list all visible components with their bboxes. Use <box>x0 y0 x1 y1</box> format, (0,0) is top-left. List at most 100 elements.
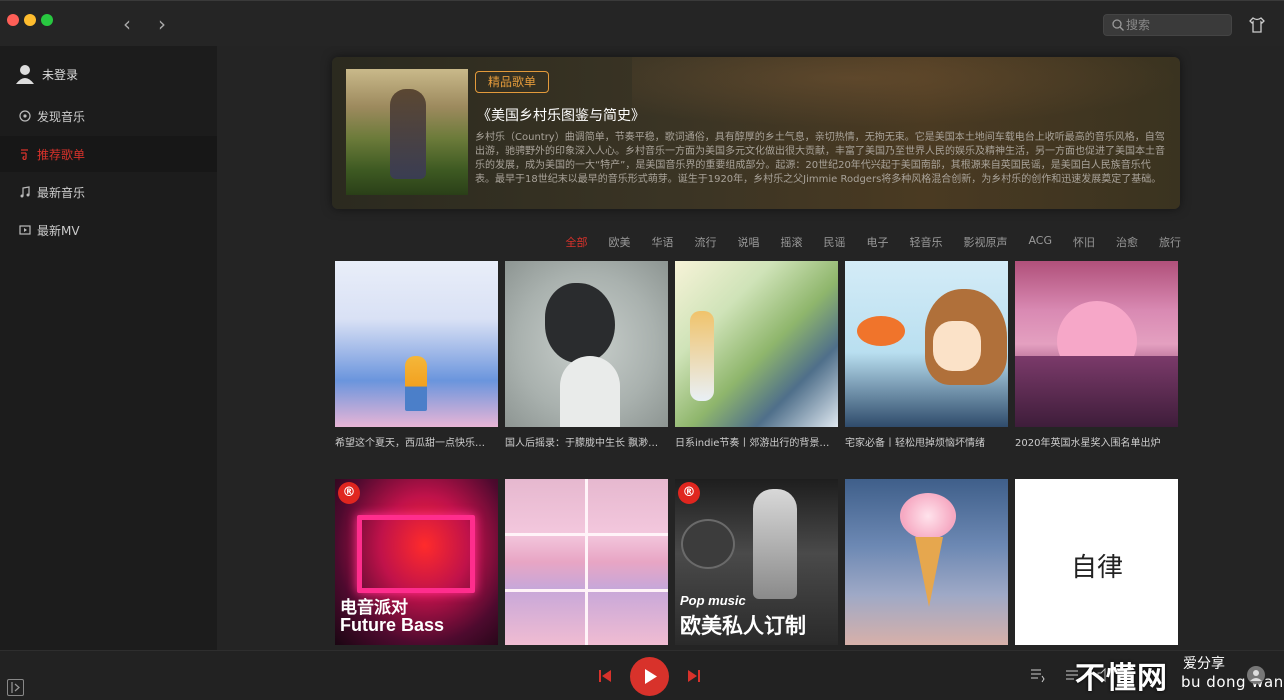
playlist-card[interactable]: ® Pop music 欧美私人订制 <box>675 479 838 645</box>
category-tab[interactable]: 影视原声 <box>963 234 1007 250</box>
playlist-card[interactable]: 日系indie节奏丨郊游出行的背景… <box>675 261 838 449</box>
category-tab[interactable]: 民谣 <box>823 234 845 250</box>
playlist-cover: 自律 <box>1015 479 1178 645</box>
premium-tag[interactable]: 精品歌单 <box>475 71 550 93</box>
banner-title: 《美国乡村乐图鉴与简史》 <box>477 108 645 124</box>
next-track-icon[interactable] <box>687 669 701 683</box>
category-tab[interactable]: 摇滚 <box>780 234 802 250</box>
category-tab[interactable]: 全部 <box>565 234 587 250</box>
playlist-cover: ® 电音派对 Future Bass <box>335 479 498 645</box>
playlist-caption: 国人后摇录：于朦胧中生长 飘渺… <box>505 438 659 449</box>
disc-icon <box>18 109 32 123</box>
search-icon <box>1112 19 1124 31</box>
netease-badge: ® <box>678 482 700 504</box>
category-tab[interactable]: 治愈 <box>1116 234 1138 250</box>
cover-calligraphy: 自律 <box>1071 553 1124 583</box>
cover-neon-frame <box>357 515 475 593</box>
playlist-cover <box>505 479 668 645</box>
cover-cloud-scoop <box>900 493 956 539</box>
sidebar-item-label: 发现音乐 <box>37 109 86 124</box>
playlist-card[interactable]: 自律 <box>1015 479 1178 645</box>
cover-figure <box>545 283 615 363</box>
category-tab[interactable]: 欧美 <box>608 234 630 250</box>
watermark-pinyin: bu dong wang <box>1181 673 1284 691</box>
category-tab[interactable]: 怀旧 <box>1073 234 1095 250</box>
playlist-cover: ® Pop music 欧美私人订制 <box>675 479 838 645</box>
playlist-cover <box>845 261 1008 427</box>
search-input[interactable] <box>1126 16 1226 34</box>
playlist-card[interactable]: 2020年英国水星奖入围名单出炉 <box>1015 261 1178 449</box>
close-window-button[interactable] <box>7 14 19 26</box>
user-circle-icon[interactable] <box>1246 665 1266 685</box>
user-avatar-icon <box>16 65 34 84</box>
user-login[interactable]: 未登录 <box>16 62 78 86</box>
cover-mountains <box>1015 356 1178 427</box>
sidebar-item-new-music[interactable]: 最新音乐 <box>0 174 217 210</box>
sidebar: 未登录 发现音乐 推荐歌单 最新音乐 最新MV <box>0 46 217 650</box>
sidebar-item-label: 最新MV <box>37 223 80 238</box>
watermark-main: 不懂网 <box>1075 661 1168 696</box>
sidebar-item-discover[interactable]: 发现音乐 <box>0 98 217 134</box>
sidebar-item-new-mv[interactable]: 最新MV <box>0 212 217 248</box>
music-note-icon <box>18 185 32 199</box>
sidebar-item-label: 最新音乐 <box>37 185 86 200</box>
video-icon <box>18 223 32 237</box>
category-tab[interactable]: 华语 <box>651 234 673 250</box>
banner-cover-image <box>346 69 468 195</box>
cover-drums <box>681 519 735 569</box>
featured-playlist-banner[interactable]: 精品歌单 《美国乡村乐图鉴与简史》 乡村乐（Country）曲调简单，节奏平稳，… <box>332 57 1180 209</box>
playlist-caption: 希望这个夏天，西瓜甜一点快乐… <box>335 438 485 449</box>
banner-description: 乡村乐（Country）曲调简单，节奏平稳，歌词通俗，具有醇厚的乡土气息，亲切热… <box>475 132 1165 185</box>
netease-logo-icon: ® <box>342 485 356 500</box>
expand-player-button[interactable] <box>7 679 24 696</box>
sidebar-item-label: 推荐歌单 <box>37 147 86 162</box>
forward-arrow-icon[interactable]: › <box>152 13 172 35</box>
cover-figure <box>690 311 714 401</box>
banner-backdrop <box>632 57 1180 127</box>
category-tab[interactable]: 电子 <box>866 234 888 250</box>
category-tab[interactable]: 旅行 <box>1159 234 1181 250</box>
category-tab[interactable]: 轻音乐 <box>909 234 942 250</box>
playlist-card[interactable]: 宅家必备丨轻松甩掉烦恼坏情绪 <box>845 261 1008 449</box>
playlist-icon <box>18 147 32 161</box>
playlist-caption: 日系indie节奏丨郊游出行的背景… <box>675 438 830 449</box>
cover-title-line2: Future Bass <box>340 615 445 635</box>
watermark-slogan: 爱分享 <box>1183 656 1225 672</box>
netease-badge: ® <box>338 482 360 504</box>
playlist-cover <box>505 261 668 427</box>
category-tab[interactable]: 流行 <box>694 234 716 250</box>
sidebar-item-playlists[interactable]: 推荐歌单 <box>0 136 217 172</box>
playlist-caption: 2020年英国水星奖入围名单出炉 <box>1015 438 1161 449</box>
search-box[interactable] <box>1103 14 1232 36</box>
playlist-cover <box>845 479 1008 645</box>
play-icon <box>645 669 657 684</box>
maximize-window-button[interactable] <box>41 14 53 26</box>
playlist-card[interactable] <box>505 479 668 645</box>
play-button[interactable] <box>630 657 669 696</box>
playlist-queue-icon[interactable] <box>1030 667 1046 683</box>
user-label: 未登录 <box>42 67 79 82</box>
cover-figure <box>405 356 427 411</box>
category-tab[interactable]: ACG <box>1028 234 1052 250</box>
netease-logo-icon: ® <box>682 485 696 500</box>
category-tab[interactable]: 说唱 <box>737 234 759 250</box>
playlist-card[interactable]: 国人后摇录：于朦胧中生长 飘渺… <box>505 261 668 449</box>
cover-divider-v <box>585 479 588 645</box>
back-arrow-icon[interactable]: ‹ <box>117 13 137 35</box>
minimize-window-button[interactable] <box>24 14 36 26</box>
main-content: 精品歌单 《美国乡村乐图鉴与简史》 乡村乐（Country）曲调简单，节奏平稳，… <box>217 46 1284 650</box>
playlist-card[interactable]: 希望这个夏天，西瓜甜一点快乐… <box>335 261 498 449</box>
cover-singer <box>753 489 797 599</box>
cover-girl-face <box>933 321 981 371</box>
playlist-card[interactable]: ® 电音派对 Future Bass <box>335 479 498 645</box>
cover-goldfish <box>857 316 905 346</box>
previous-track-icon[interactable] <box>598 669 612 683</box>
guitarist-figure <box>390 89 426 179</box>
playlist-cover <box>335 261 498 427</box>
cover-cone <box>915 537 943 607</box>
cover-title-line1: Pop music <box>680 593 746 608</box>
playlist-card[interactable] <box>845 479 1008 645</box>
playlist-caption: 宅家必备丨轻松甩掉烦恼坏情绪 <box>845 438 985 449</box>
skin-shirt-icon[interactable] <box>1247 15 1267 35</box>
category-tabs: 全部 欧美 华语 流行 说唱 摇滚 民谣 电子 轻音乐 影视原声 ACG 怀旧 … <box>544 234 1181 250</box>
